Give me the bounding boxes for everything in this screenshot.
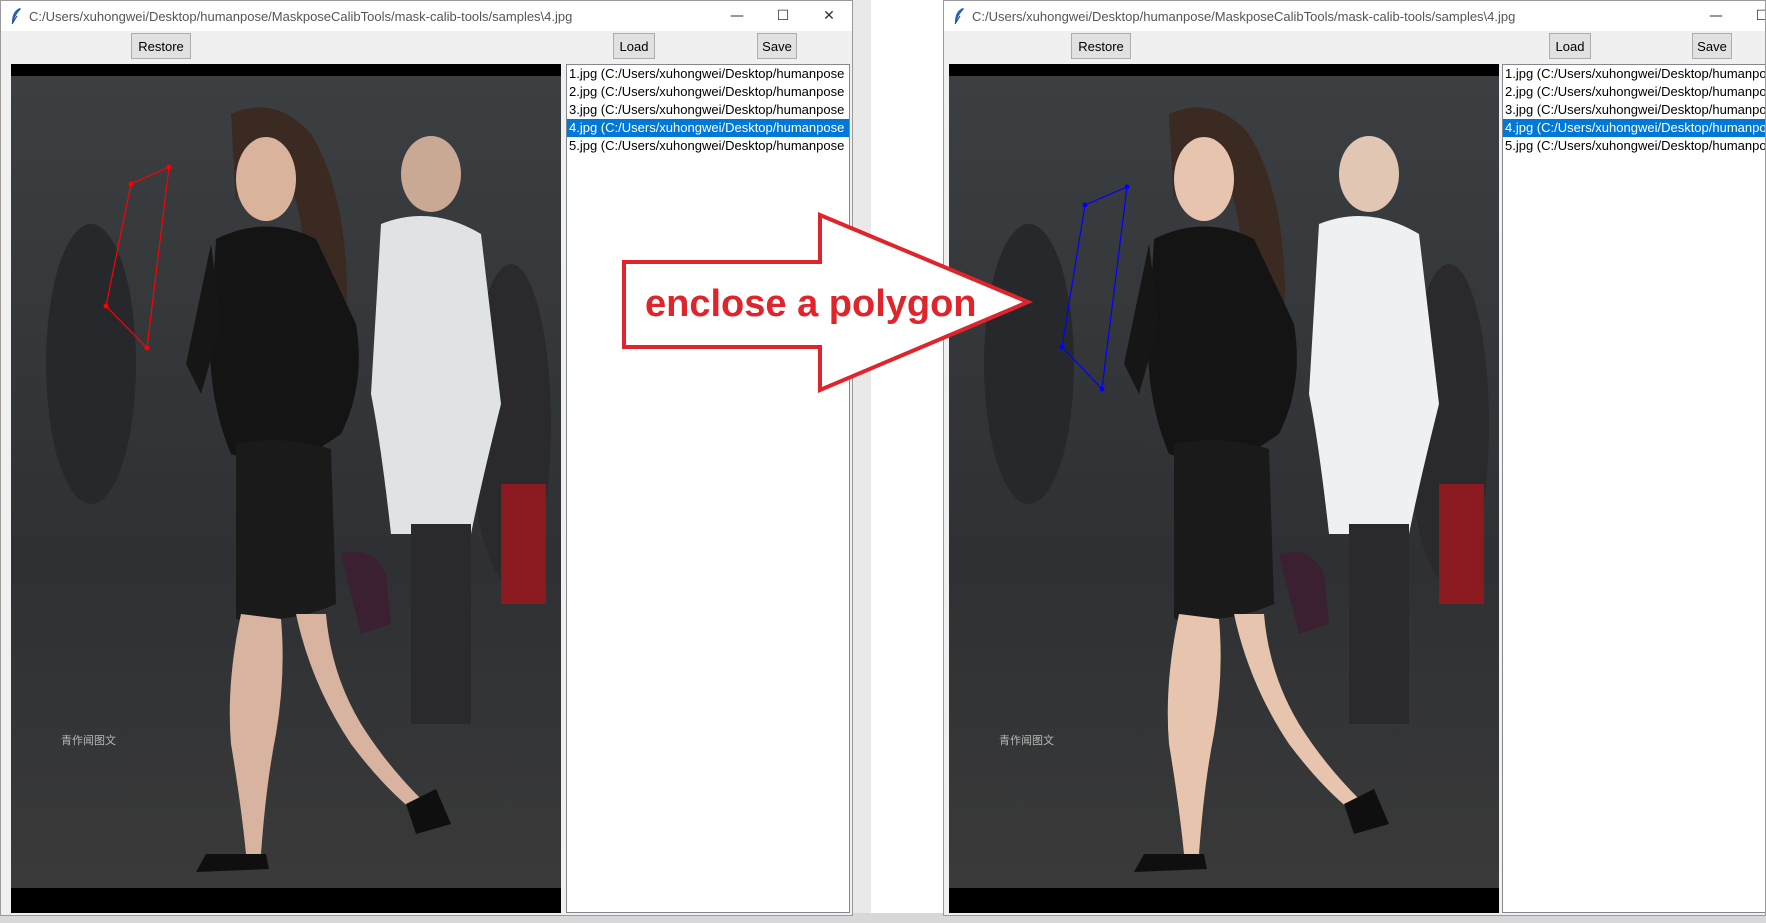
list-item[interactable]: 5.jpg (C:/Users/xuhongwei/Desktop/humanp… [1503, 137, 1765, 155]
file-listbox[interactable]: 1.jpg (C:/Users/xuhongwei/Desktop/humanp… [566, 64, 850, 913]
restore-button[interactable]: Restore [1071, 33, 1131, 59]
minimize-icon[interactable]: — [1693, 1, 1739, 31]
sample-photo: 青作闻图文 [11, 64, 561, 913]
toolbar: Restore Load Save [1, 31, 852, 63]
file-listbox[interactable]: 1.jpg (C:/Users/xuhongwei/Desktop/humanp… [1502, 64, 1765, 913]
list-item-selected[interactable]: 4.jpg (C:/Users/xuhongwei/Desktop/humanp… [567, 119, 849, 137]
image-canvas[interactable]: 青作闻图文 [949, 64, 1499, 913]
svg-text:青作闻图文: 青作闻图文 [999, 733, 1054, 747]
maximize-icon[interactable]: ☐ [1739, 1, 1765, 31]
load-button[interactable]: Load [1549, 33, 1591, 59]
list-item[interactable]: 2.jpg (C:/Users/xuhongwei/Desktop/humanp… [567, 83, 849, 101]
minimize-icon[interactable]: — [714, 1, 760, 31]
save-button[interactable]: Save [1692, 33, 1732, 59]
right-app-window: C:/Users/xuhongwei/Desktop/humanpose/Mas… [943, 0, 1766, 916]
list-item-selected[interactable]: 4.jpg (C:/Users/xuhongwei/Desktop/humanp… [1503, 119, 1765, 137]
feather-icon [954, 8, 964, 25]
list-item[interactable]: 3.jpg (C:/Users/xuhongwei/Desktop/humanp… [567, 101, 849, 119]
toolbar: Restore Load Save [944, 31, 1765, 63]
save-button[interactable]: Save [757, 33, 797, 59]
feather-icon [11, 8, 21, 25]
list-item[interactable]: 5.jpg (C:/Users/xuhongwei/Desktop/humanp… [567, 137, 849, 155]
window-controls: — ☐ [1693, 1, 1765, 31]
screenshot-stage: C:/Users/xuhongwei/Desktop/humanpose/Mas… [0, 0, 1766, 923]
annotation-label: enclose a polygon [645, 283, 977, 325]
title-bar[interactable]: C:/Users/xuhongwei/Desktop/humanpose/Mas… [944, 1, 1765, 31]
window-title: C:/Users/xuhongwei/Desktop/humanpose/Mas… [972, 8, 1516, 24]
load-button[interactable]: Load [613, 33, 655, 59]
list-item[interactable]: 3.jpg (C:/Users/xuhongwei/Desktop/humanp… [1503, 101, 1765, 119]
image-canvas[interactable]: 青作闻图文 [11, 64, 561, 913]
restore-button[interactable]: Restore [131, 33, 191, 59]
list-item[interactable]: 1.jpg (C:/Users/xuhongwei/Desktop/humanp… [1503, 65, 1765, 83]
window-title: C:/Users/xuhongwei/Desktop/humanpose/Mas… [29, 8, 573, 24]
sample-photo: 青作闻图文 [949, 64, 1499, 913]
maximize-icon[interactable]: ☐ [760, 1, 806, 31]
close-icon[interactable]: ✕ [806, 1, 852, 31]
list-item[interactable]: 2.jpg (C:/Users/xuhongwei/Desktop/humanp… [1503, 83, 1765, 101]
svg-text:青作闻图文: 青作闻图文 [61, 733, 116, 747]
window-controls: — ☐ ✕ [714, 1, 852, 31]
left-app-window: C:/Users/xuhongwei/Desktop/humanpose/Mas… [0, 0, 853, 916]
title-bar[interactable]: C:/Users/xuhongwei/Desktop/humanpose/Mas… [1, 1, 852, 31]
list-item[interactable]: 1.jpg (C:/Users/xuhongwei/Desktop/humanp… [567, 65, 849, 83]
